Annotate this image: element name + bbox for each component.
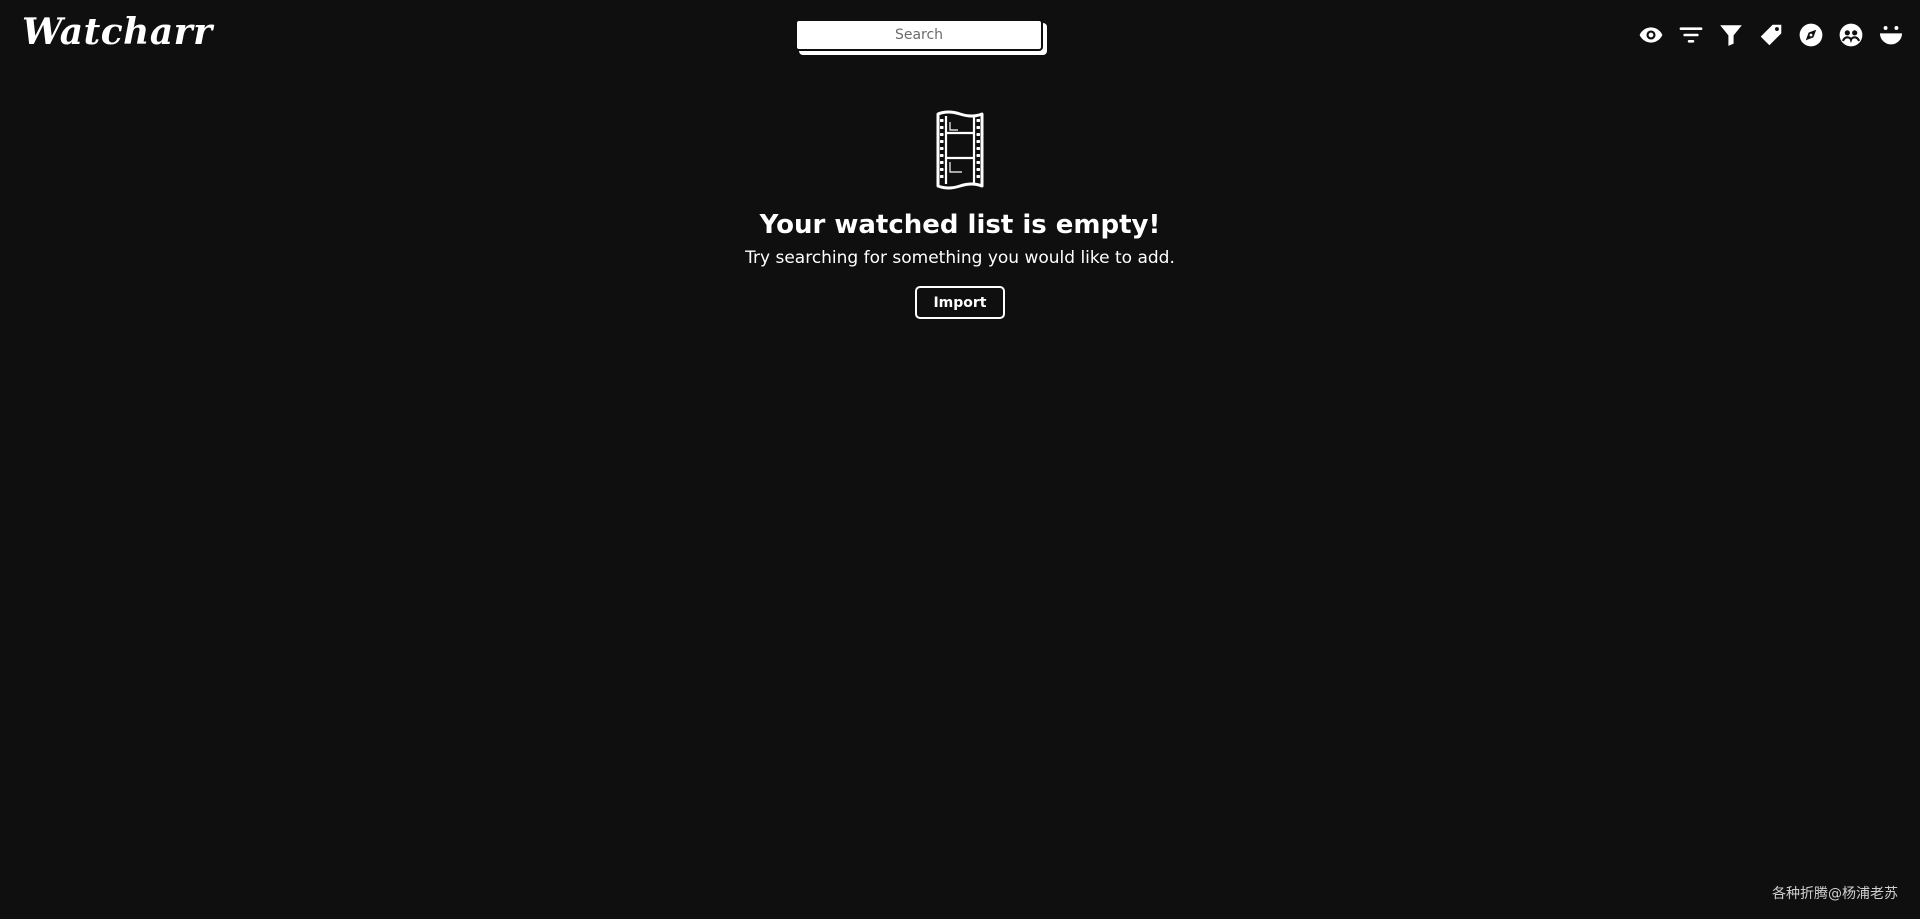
people-icon[interactable] (1836, 20, 1866, 50)
search-input[interactable] (795, 19, 1043, 51)
smiley-icon[interactable] (1876, 20, 1906, 50)
empty-state-subtitle: Try searching for something you would li… (745, 248, 1175, 268)
search-container (795, 19, 1047, 55)
import-button[interactable]: Import (915, 286, 1005, 319)
app-logo[interactable]: Watcharr (22, 10, 213, 54)
compass-icon[interactable] (1796, 20, 1826, 50)
empty-state: Your watched list is empty! Try searchin… (0, 110, 1920, 319)
page: Watcharr Search Your watched list is emp… (0, 0, 1920, 919)
filter-icon[interactable] (1716, 20, 1746, 50)
eye-icon[interactable] (1636, 20, 1666, 50)
tag-icon[interactable] (1756, 20, 1786, 50)
watermark: 各种折腾@杨浦老苏 (1772, 886, 1898, 902)
nav-icons (1636, 18, 1906, 52)
sort-icon[interactable] (1676, 20, 1706, 50)
film-strip-icon (936, 110, 984, 190)
top-bar: Watcharr (0, 0, 1920, 70)
empty-state-title: Your watched list is empty! (759, 210, 1161, 240)
